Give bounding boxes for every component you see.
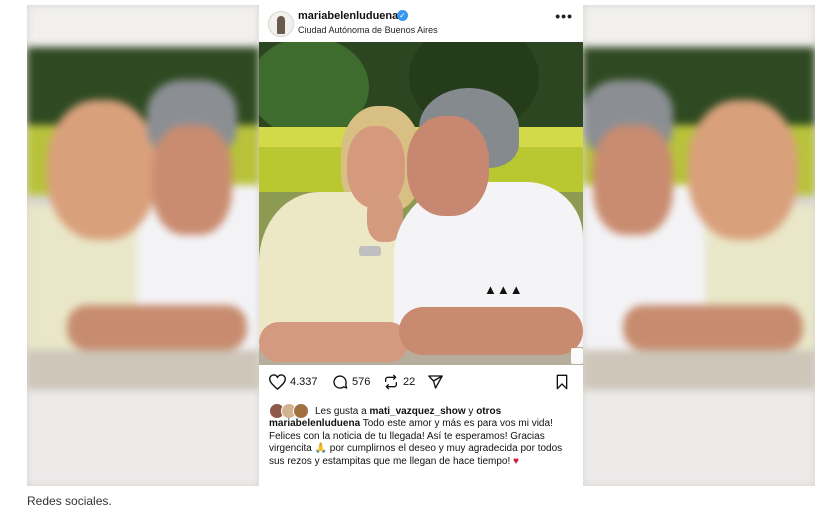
more-options-icon[interactable]: ••• xyxy=(555,8,573,24)
repost-action[interactable]: 22 xyxy=(383,374,415,390)
post-location[interactable]: Ciudad Autónoma de Buenos Aires xyxy=(298,25,438,35)
like-action[interactable]: 4.337 xyxy=(269,374,318,390)
liked-by-text: Les gusta a mati_vazquez_show y otros xyxy=(315,406,501,417)
repost-icon[interactable] xyxy=(383,374,399,390)
verified-badge-icon: ✓ xyxy=(397,10,408,21)
liked-by-user-link[interactable]: mati_vazquez_show xyxy=(369,406,465,417)
caption-author[interactable]: mariabelenluduena xyxy=(269,418,360,429)
instagram-post-card: mariabelenluduena ✓ Ciudad Autónoma de B… xyxy=(259,5,583,486)
reposts-count: 22 xyxy=(403,376,416,388)
heart-emoji: ♥ xyxy=(513,455,519,467)
comment-action[interactable]: 576 xyxy=(332,374,370,390)
save-action[interactable] xyxy=(555,374,569,390)
liked-by-suffix: y xyxy=(465,405,477,417)
comment-icon[interactable] xyxy=(332,374,348,390)
heart-icon[interactable] xyxy=(269,374,286,390)
post-username[interactable]: mariabelenluduena xyxy=(298,10,398,22)
bookmark-icon[interactable] xyxy=(555,374,569,390)
post-photo[interactable]: ▲▲▲ xyxy=(259,42,583,365)
comments-count: 576 xyxy=(352,376,371,388)
share-icon[interactable] xyxy=(427,374,444,390)
share-action[interactable] xyxy=(427,374,444,390)
avatar[interactable] xyxy=(268,11,294,37)
article-image: mariabelenluduena ✓ Ciudad Autónoma de B… xyxy=(27,5,815,486)
liked-by-row: Les gusta a mati_vazquez_show y otros xyxy=(269,403,501,419)
likes-count: 4.337 xyxy=(290,376,318,388)
post-caption: mariabelenluduena Todo este amor y más e… xyxy=(269,418,577,468)
post-header: mariabelenluduena ✓ Ciudad Autónoma de B… xyxy=(259,5,583,43)
image-caption: Redes sociales. xyxy=(27,494,112,508)
avatar[interactable] xyxy=(293,403,309,419)
blurred-background-right xyxy=(583,5,815,486)
liked-by-others-link[interactable]: otros xyxy=(476,406,501,417)
blurred-background-left xyxy=(27,5,259,486)
liked-by-prefix: Les gusta a xyxy=(315,405,370,417)
post-actions: 4.337 576 22 xyxy=(259,371,583,395)
